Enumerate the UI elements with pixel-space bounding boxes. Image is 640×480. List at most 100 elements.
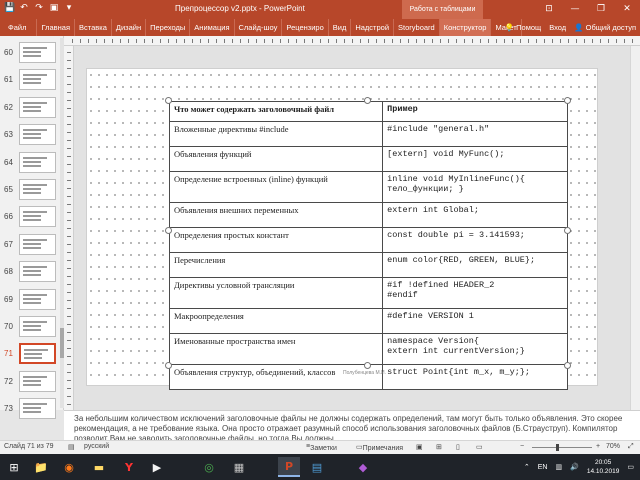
visual-studio-icon[interactable]: ◆	[352, 457, 374, 477]
cell-what[interactable]: Именованные пространства имен	[168, 333, 384, 365]
ribbon-display-icon[interactable]: ⊡	[536, 0, 562, 19]
comments-button[interactable]: ▭ Примечания	[356, 443, 403, 452]
slide-thumbnail[interactable]	[19, 206, 56, 228]
cell-what[interactable]: Объявления внешних переменных	[168, 202, 384, 228]
cell-what[interactable]: Вложенные директивы #include	[168, 121, 384, 147]
header-example[interactable]: Пример	[382, 101, 568, 122]
reading-view-icon[interactable]: ▯	[456, 443, 460, 451]
yandex-browser-icon[interactable]: Y	[118, 457, 140, 477]
maximize-button[interactable]: ❐	[588, 0, 614, 19]
normal-view-icon[interactable]: ▣	[416, 443, 423, 451]
content-table[interactable]: Что может содержать заголовочный файл Пр…	[168, 101, 568, 390]
keyboard-language[interactable]: EN	[538, 464, 548, 471]
language-indicator[interactable]: русский	[84, 443, 109, 450]
cell-what[interactable]: Объявления структур, объединений, классо…	[168, 364, 384, 390]
network-icon[interactable]: ▥	[555, 463, 562, 471]
tab-file[interactable]: Файл	[0, 19, 38, 36]
tab-storyboard[interactable]: Storyboard	[394, 19, 440, 36]
cell-example[interactable]: inline void MyInlineFunc(){тело_функции;…	[382, 171, 568, 203]
undo-icon[interactable]: ↶	[19, 3, 29, 14]
zoom-slider[interactable]	[532, 447, 592, 448]
fit-slide-icon[interactable]: ⤢	[628, 443, 634, 451]
resize-handle-top-left[interactable]	[165, 97, 172, 104]
slide-thumbnail[interactable]	[19, 370, 56, 392]
cell-what[interactable]: Определение встроенных (inline) функций	[168, 171, 384, 203]
tab-transitions[interactable]: Переходы	[146, 19, 191, 36]
notes-button[interactable]: ≡ Заметки	[306, 443, 337, 452]
close-button[interactable]: ✕	[614, 0, 640, 19]
save-icon[interactable]: 💾	[4, 3, 15, 14]
cell-example[interactable]: #define VERSION 1	[382, 308, 568, 334]
slide-thumbnail[interactable]	[19, 96, 56, 118]
zoom-slider-thumb[interactable]	[556, 444, 559, 451]
folder-icon[interactable]: ▬	[88, 457, 110, 477]
slideshow-view-icon[interactable]: ▭	[476, 443, 483, 451]
zoom-level[interactable]: 70%	[606, 443, 620, 450]
file-explorer-icon[interactable]: 📁	[30, 457, 52, 477]
resize-handle-mid-right[interactable]	[564, 227, 571, 234]
cell-what[interactable]: Директивы условной трансляции	[168, 277, 384, 309]
calculator-icon[interactable]: ▦	[228, 457, 250, 477]
cell-what[interactable]: Объявления функций	[168, 146, 384, 172]
slide-thumbnail[interactable]	[19, 179, 56, 200]
slide-thumbnail[interactable]	[19, 42, 56, 63]
slideshow-icon[interactable]: ▣	[49, 3, 59, 14]
cell-example[interactable]: #include "general.h"	[382, 121, 568, 147]
resize-handle-top-right[interactable]	[564, 97, 571, 104]
tab-home[interactable]: Главная	[37, 19, 75, 36]
tab-table-design[interactable]: Конструктор	[439, 19, 492, 36]
resize-handle-bottom-mid[interactable]	[364, 362, 371, 369]
slide-thumbnail[interactable]	[19, 288, 56, 310]
cell-what[interactable]: Макроопределения	[168, 308, 384, 334]
notifications-icon[interactable]: ▭	[627, 463, 634, 471]
slide-thumbnail[interactable]	[19, 69, 56, 91]
windows-start-icon[interactable]: ⊞	[3, 457, 25, 477]
media-player-icon[interactable]: ▶	[146, 457, 168, 477]
tray-chevron-icon[interactable]: ⌃	[524, 463, 530, 471]
cell-example[interactable]: enum color{RED, GREEN, BLUE};	[382, 252, 568, 278]
slide-thumbnail[interactable]	[19, 398, 56, 420]
slide-sorter-icon[interactable]: ⊞	[436, 443, 442, 451]
tab-review[interactable]: Рецензиро	[282, 19, 329, 36]
resize-handle-mid-left[interactable]	[165, 227, 172, 234]
cell-example[interactable]: const double pi = 3.141593;	[382, 227, 568, 253]
volume-icon[interactable]: 🔊	[570, 463, 579, 471]
app-icon[interactable]: ▤	[306, 457, 328, 477]
signin-link[interactable]: Вход	[549, 19, 566, 36]
slide-thumbnail[interactable]	[19, 124, 56, 146]
zoom-out-button[interactable]: −	[520, 443, 524, 450]
help-search[interactable]: 💡 Помощ	[505, 19, 542, 36]
cell-example[interactable]: extern int Global;	[382, 202, 568, 228]
tab-slideshow[interactable]: Слайд-шоу	[235, 19, 283, 36]
slide-thumbnail[interactable]	[19, 343, 56, 365]
cell-example[interactable]: namespace Version{extern int currentVers…	[382, 333, 568, 365]
slide-thumbnail[interactable]	[19, 151, 56, 173]
clock[interactable]: 20:05 14.10.2019	[587, 458, 620, 476]
firefox-icon[interactable]: ◉	[58, 457, 80, 477]
cell-example[interactable]: [extern] void MyFunc();	[382, 146, 568, 172]
tab-addins[interactable]: Надстрой	[351, 19, 395, 36]
powerpoint-taskbar-icon[interactable]: P	[278, 457, 300, 477]
zoom-in-button[interactable]: +	[596, 443, 600, 450]
spellcheck-icon[interactable]: ▤	[68, 443, 75, 451]
resize-handle-top-mid[interactable]	[364, 97, 371, 104]
tab-design[interactable]: Дизайн	[112, 19, 147, 36]
slide-thumbnail[interactable]	[19, 233, 56, 255]
resize-handle-bottom-left[interactable]	[165, 362, 172, 369]
cell-example[interactable]: struct Point{int m_x, m_y;};	[382, 364, 568, 390]
customize-qat-icon[interactable]: ▾	[64, 3, 74, 14]
slide-canvas[interactable]: Что может содержать заголовочный файл Пр…	[86, 68, 598, 390]
cell-example[interactable]: #if !defined HEADER_2 #endif	[382, 277, 568, 309]
slide-thumbnail[interactable]	[19, 316, 56, 337]
tab-animations[interactable]: Анимация	[190, 19, 235, 36]
cell-what[interactable]: Определения простых констант	[168, 227, 384, 253]
tab-view[interactable]: Вид	[329, 19, 352, 36]
redo-icon[interactable]: ↷	[34, 3, 44, 14]
resize-handle-bottom-right[interactable]	[564, 362, 571, 369]
cell-what[interactable]: Перечисления	[168, 252, 384, 278]
tab-insert[interactable]: Вставка	[75, 19, 112, 36]
notes-pane[interactable]: За небольшим количеством исключений заго…	[64, 410, 640, 440]
slide-thumbnail[interactable]	[19, 261, 56, 283]
header-what[interactable]: Что может содержать заголовочный файл	[168, 101, 384, 122]
share-button[interactable]: 👤 Общий доступ	[574, 19, 636, 36]
